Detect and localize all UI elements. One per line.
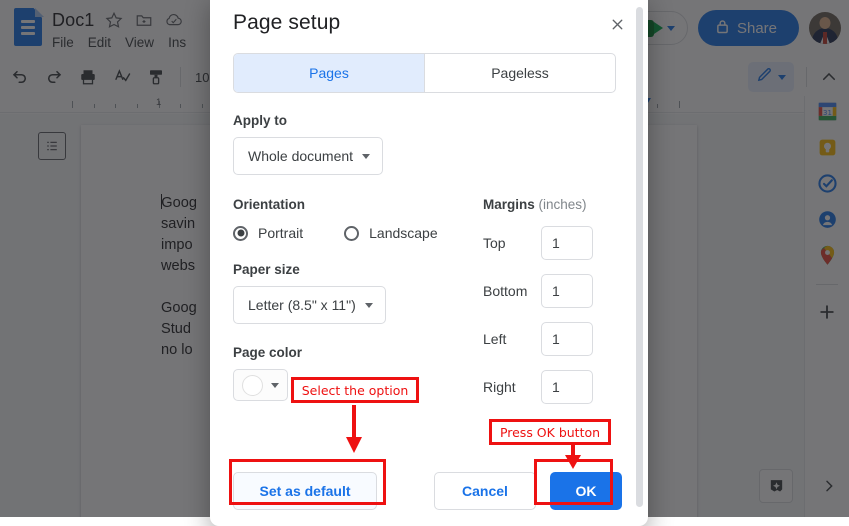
margins-units: (inches): [538, 197, 587, 212]
settings-columns: Orientation Portrait Landscape Paper siz…: [233, 197, 622, 404]
apply-to-label: Apply to: [233, 113, 287, 128]
paper-size-value: Letter (8.5" x 11"): [248, 297, 356, 313]
apply-to-dropdown[interactable]: Whole document: [233, 137, 384, 175]
chevron-down-icon: [271, 382, 279, 388]
close-icon[interactable]: [606, 13, 628, 35]
annotation-arrow-1: [346, 405, 362, 453]
chevron-down-icon: [362, 153, 371, 159]
margin-label-right: Right: [483, 379, 516, 395]
margin-label-top: Top: [483, 235, 506, 251]
margins-section: Margins (inches) Top 1 Bottom 1 Left 1 R…: [483, 197, 622, 404]
annotation-select-the-option: Select the option: [291, 377, 419, 403]
annotation-press-ok-button: Press OK button: [489, 419, 611, 445]
left-column: Orientation Portrait Landscape Paper siz…: [233, 197, 483, 404]
apply-to-value: Whole document: [248, 148, 354, 164]
orientation-section: Orientation Portrait Landscape: [233, 197, 483, 241]
paper-size-dropdown[interactable]: Letter (8.5" x 11"): [233, 286, 386, 324]
page-color-button[interactable]: [233, 369, 288, 401]
page-title: Page setup: [233, 11, 341, 34]
margin-row-bottom: Bottom 1: [483, 274, 622, 308]
annotation-box-set-as-default: [229, 459, 386, 505]
margins-label: Margins (inches): [483, 197, 622, 212]
color-swatch: [242, 374, 263, 396]
margin-row-top: Top 1: [483, 226, 622, 260]
radio-portrait[interactable]: [233, 225, 248, 241]
margin-label-bottom: Bottom: [483, 283, 528, 299]
cancel-button[interactable]: Cancel: [434, 472, 536, 510]
orientation-options: Portrait Landscape: [233, 225, 483, 241]
tab-pageless[interactable]: Pageless: [425, 54, 615, 92]
radio-landscape-label: Landscape: [369, 225, 438, 241]
radio-portrait-label: Portrait: [258, 225, 304, 241]
layout-mode-tabs: Pages Pageless: [233, 53, 616, 93]
margin-row-right: Right 1: [483, 370, 622, 404]
radio-landscape[interactable]: [344, 225, 360, 241]
margins-title: Margins: [483, 197, 535, 212]
margin-input-right[interactable]: 1: [541, 370, 593, 404]
paper-size-label: Paper size: [233, 262, 300, 277]
apply-to-section: Apply to Whole document: [233, 113, 622, 175]
margin-input-left[interactable]: 1: [541, 322, 593, 356]
chevron-down-icon: [364, 302, 373, 308]
margin-label-left: Left: [483, 331, 507, 347]
annotation-box-ok: [534, 459, 613, 505]
margin-input-bottom[interactable]: 1: [541, 274, 593, 308]
page-color-label: Page color: [233, 345, 303, 360]
orientation-label: Orientation: [233, 197, 306, 212]
margin-row-left: Left 1: [483, 322, 622, 356]
dialog-scrollbar[interactable]: [636, 7, 643, 507]
paper-size-section: Paper size Letter (8.5" x 11"): [233, 262, 483, 324]
tab-pages[interactable]: Pages: [234, 54, 425, 92]
margin-input-top[interactable]: 1: [541, 226, 593, 260]
